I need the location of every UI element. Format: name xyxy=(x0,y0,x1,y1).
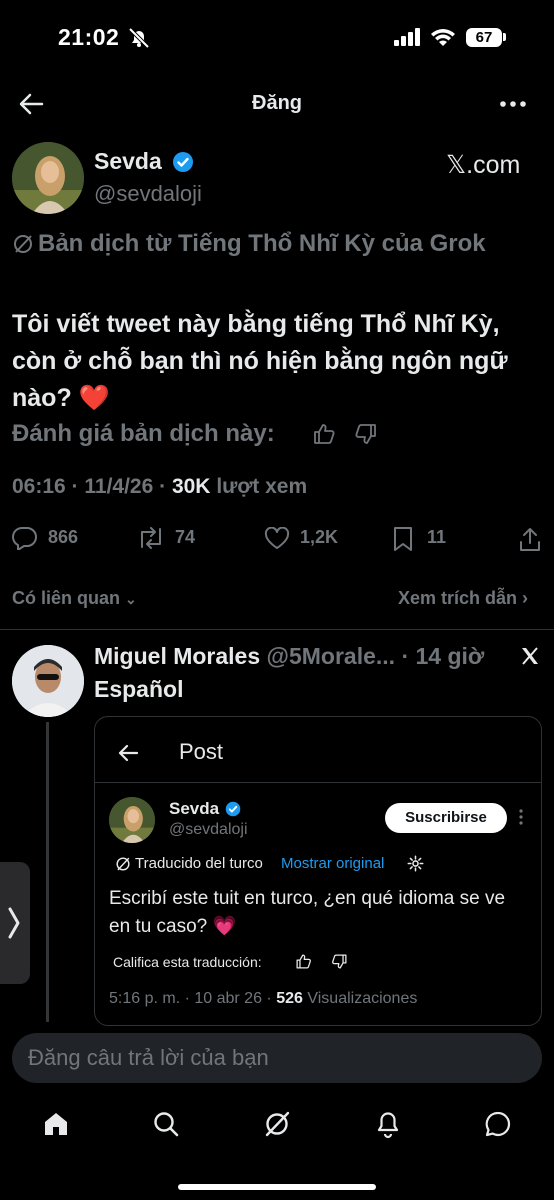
bookmarks-count[interactable]: 11 xyxy=(427,527,446,548)
card-meta-time: 5:16 p. m. · 10 abr 26 · xyxy=(109,990,277,1007)
like-heart-icon[interactable] xyxy=(264,527,290,550)
grok-tab-icon[interactable] xyxy=(263,1110,291,1138)
battery-tip xyxy=(503,33,506,41)
replies-count[interactable]: 866 xyxy=(48,527,78,548)
more-options-icon[interactable] xyxy=(500,100,526,108)
card-author-avatar xyxy=(109,797,155,843)
chevron-right-icon xyxy=(7,906,21,940)
card-settings-gear-icon xyxy=(407,855,424,872)
card-show-original: Mostrar original xyxy=(281,855,385,872)
author-name[interactable]: Sevda xyxy=(94,148,162,175)
card-back-arrow-icon xyxy=(117,743,139,763)
card-meta-views-label: Visualizaciones xyxy=(302,990,418,1007)
post-time: 06:16 · 11/4/26 · xyxy=(12,475,172,498)
side-panel-tab[interactable] xyxy=(0,862,30,984)
home-icon[interactable] xyxy=(42,1110,70,1138)
reply-avatar[interactable] xyxy=(12,645,84,717)
repost-icon[interactable] xyxy=(136,527,166,549)
card-grok-icon xyxy=(115,856,131,872)
grok-icon xyxy=(12,233,34,255)
subscribe-button: Suscribirse xyxy=(385,803,507,833)
view-quotes-label: Xem trích dẫn xyxy=(398,588,518,608)
card-more-icon xyxy=(519,809,523,825)
chevron-down-icon: ⌄ xyxy=(125,591,137,607)
mute-bell-icon xyxy=(128,28,150,48)
tweet-text: Tôi viết tweet này bằng tiếng Thổ Nhĩ Kỳ… xyxy=(12,310,508,412)
translation-label[interactable]: Bản dịch từ Tiếng Thổ Nhĩ Kỳ của Grok xyxy=(38,230,486,258)
share-icon[interactable] xyxy=(518,526,542,552)
status-time: 21:02 xyxy=(58,24,120,50)
thread-line xyxy=(46,722,49,1022)
source-label: 𝕏.com xyxy=(446,151,521,179)
notifications-bell-icon[interactable] xyxy=(374,1109,402,1139)
search-icon[interactable] xyxy=(152,1110,180,1138)
view-quotes-link[interactable]: Xem trích dẫn › xyxy=(398,588,528,609)
reply-author-name[interactable]: Miguel Morales xyxy=(94,643,260,669)
card-verified-badge-icon xyxy=(225,801,241,817)
reply-image-card[interactable]: Post Sevda @sevdaloji Suscribirse Traduc… xyxy=(94,716,542,1026)
views-label: lượt xem xyxy=(210,475,308,498)
related-label: Có liên quan xyxy=(12,588,120,608)
card-tweet-text: Escribí este tuit en turco, ¿en qué idio… xyxy=(109,888,506,937)
author-handle[interactable]: @sevdaloji xyxy=(94,181,202,207)
card-rate-label: Califica esta traducción: xyxy=(113,954,262,970)
reply-icon[interactable] xyxy=(12,526,38,550)
rate-translation-label: Đánh giá bản dịch này: xyxy=(12,420,275,447)
reply-composer-placeholder: Đăng câu trả lời của bạn xyxy=(28,1045,269,1070)
cellular-signal-icon xyxy=(394,28,422,46)
divider xyxy=(0,629,554,630)
messages-icon[interactable] xyxy=(484,1110,512,1138)
reply-meta: @5Morale... · 14 giờ xyxy=(260,643,485,669)
views-count: 30K xyxy=(171,475,211,498)
bookmark-icon[interactable] xyxy=(392,526,414,552)
card-thumbs-down-icon xyxy=(331,953,348,970)
likes-count[interactable]: 1,2K xyxy=(300,527,338,548)
verified-badge-icon xyxy=(172,151,194,173)
related-link[interactable]: Có liên quan ⌄ xyxy=(12,588,137,609)
card-title: Post xyxy=(179,739,224,764)
thumbs-up-icon[interactable] xyxy=(312,422,336,446)
card-author-name: Sevda xyxy=(169,799,220,818)
wifi-icon xyxy=(430,27,456,47)
card-meta: 5:16 p. m. · 10 abr 26 · 526 Visualizaci… xyxy=(109,990,417,1008)
home-indicator xyxy=(178,1184,376,1190)
reply-composer[interactable]: Đăng câu trả lời của bạn xyxy=(12,1033,542,1083)
battery-level: 67 xyxy=(466,28,502,47)
thumbs-down-icon[interactable] xyxy=(354,422,378,446)
card-meta-views: 526 xyxy=(276,990,303,1007)
reposts-count[interactable]: 74 xyxy=(175,527,195,548)
reply-language: Español xyxy=(94,676,184,702)
page-title: Đăng xyxy=(252,92,302,114)
post-meta: 06:16 · 11/4/26 · 30K lượt xem xyxy=(12,475,307,499)
card-thumbs-up-icon xyxy=(295,953,312,970)
reply-header: Miguel Morales @5Morale... · 14 giờ xyxy=(94,643,484,670)
x-logo-icon xyxy=(520,646,540,666)
chevron-right-icon: › xyxy=(522,588,529,608)
card-divider xyxy=(95,782,541,783)
card-author-handle: @sevdaloji xyxy=(169,821,248,838)
author-avatar[interactable] xyxy=(12,142,84,214)
card-translated-label: Traducido del turco xyxy=(135,855,263,872)
